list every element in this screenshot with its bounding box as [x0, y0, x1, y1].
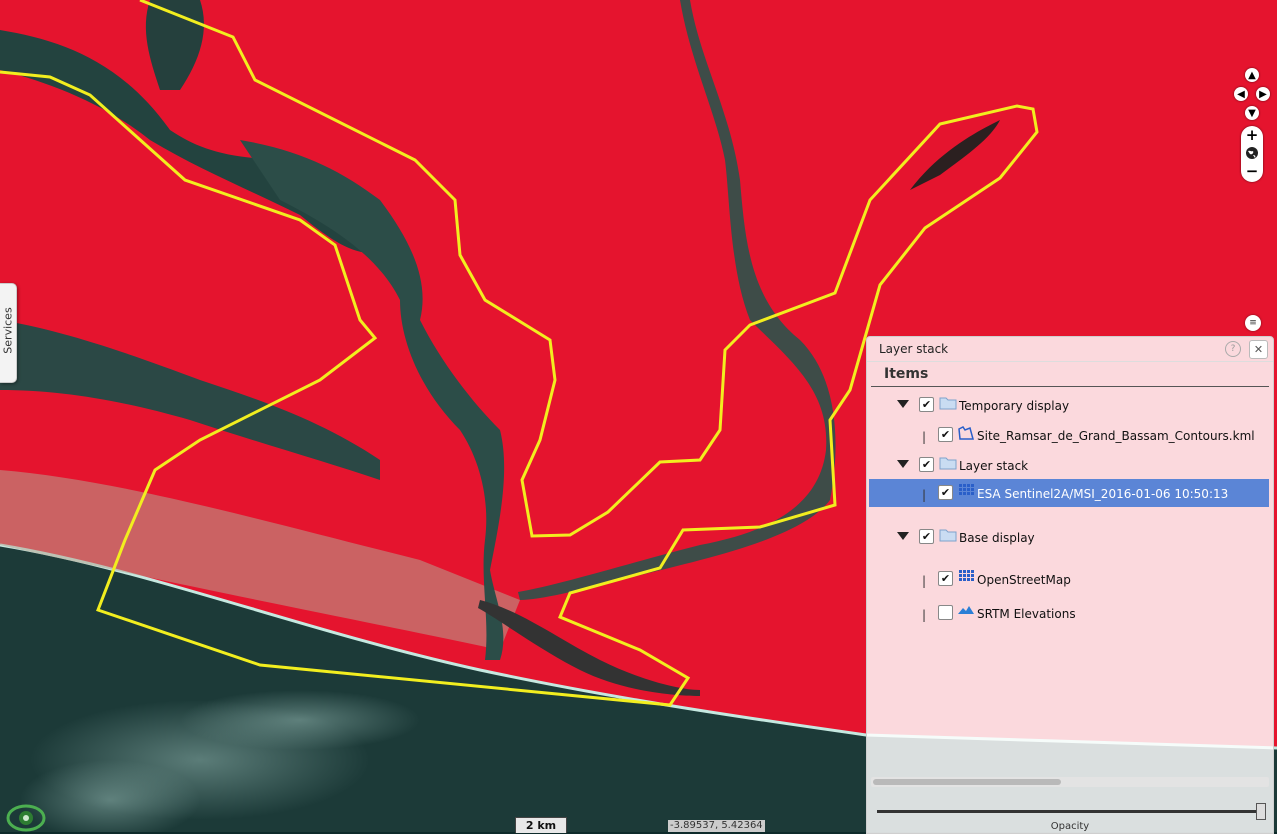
opacity-slider-thumb[interactable]: [1256, 803, 1266, 820]
expand-triangle-icon[interactable]: [897, 532, 909, 540]
help-icon[interactable]: ?: [1225, 341, 1241, 357]
opacity-label: Opacity: [1050, 821, 1090, 832]
layer-group-label: Temporary display: [959, 399, 1070, 413]
horizontal-scrollbar[interactable]: [871, 777, 1269, 787]
scale-bar: 2 km: [515, 817, 567, 833]
app-logo-icon: [6, 804, 46, 832]
layer-checkbox[interactable]: [938, 605, 953, 620]
expand-triangle-icon[interactable]: [897, 460, 909, 468]
opacity-slider[interactable]: [877, 810, 1261, 813]
layer-group-label: Layer stack: [959, 459, 1029, 473]
close-button[interactable]: ✕: [1249, 340, 1268, 359]
raster-grid-icon: [959, 570, 974, 581]
globe-icon[interactable]: [1241, 144, 1263, 162]
zoom-out-button[interactable]: −: [1241, 162, 1263, 180]
layer-checkbox[interactable]: ✔: [938, 485, 953, 500]
layer-group-layer-stack[interactable]: ✔ Layer stack: [869, 451, 1269, 479]
layer-group-base-display[interactable]: ✔ Base display: [869, 523, 1269, 551]
layer-item-srtm[interactable]: | SRTM Elevations: [869, 599, 1269, 627]
layer-item-label: Site_Ramsar_de_Grand_Bassam_Contours.kml: [977, 429, 1255, 443]
layer-checkbox[interactable]: ✔: [919, 529, 934, 544]
pan-right-button[interactable]: ▶: [1256, 87, 1270, 101]
layer-checkbox[interactable]: ✔: [919, 457, 934, 472]
layer-item-kml[interactable]: | ✔ Site_Ramsar_de_Grand_Bassam_Contours…: [869, 421, 1269, 449]
zoom-in-button[interactable]: +: [1241, 126, 1263, 144]
services-tab[interactable]: Services: [0, 283, 17, 383]
layer-item-sentinel[interactable]: | ✔ ESA Sentinel2A/MSI_2016-01-06 10:50:…: [869, 479, 1269, 507]
layer-checkbox[interactable]: ✔: [919, 397, 934, 412]
cursor-coordinates: -3.89537, 5.42364: [668, 820, 765, 832]
pan-control[interactable]: ▲ ◀ ▶ ▼: [1234, 68, 1270, 120]
pan-left-button[interactable]: ◀: [1234, 87, 1248, 101]
panel-title: Layer stack: [879, 342, 949, 356]
layer-item-label: OpenStreetMap: [977, 573, 1071, 587]
layer-item-openstreetmap[interactable]: | ✔ OpenStreetMap: [869, 565, 1269, 593]
zoom-control: + −: [1241, 126, 1263, 182]
folder-icon: [939, 457, 957, 470]
layer-panel-toggle-button[interactable]: ≡: [1245, 315, 1261, 331]
items-header: Items: [884, 366, 929, 382]
scrollbar-thumb[interactable]: [873, 779, 1061, 785]
polygon-icon: [958, 426, 974, 440]
services-tab-label: Services: [1, 307, 15, 354]
raster-grid-icon: [959, 484, 974, 495]
pan-down-button[interactable]: ▼: [1245, 106, 1259, 120]
layer-checkbox[interactable]: ✔: [938, 427, 953, 442]
layer-item-label: ESA Sentinel2A/MSI_2016-01-06 10:50:13: [977, 487, 1229, 501]
layer-group-label: Base display: [959, 531, 1035, 545]
pan-up-button[interactable]: ▲: [1245, 68, 1259, 82]
panel-header: Layer stack ? ✕: [867, 337, 1273, 362]
layer-group-temporary-display[interactable]: ✔ Temporary display: [869, 391, 1269, 419]
layer-checkbox[interactable]: ✔: [938, 571, 953, 586]
layer-stack-panel: Layer stack ? ✕ Items ✔ Temporary displa…: [866, 336, 1274, 834]
folder-icon: [939, 397, 957, 410]
layer-item-label: SRTM Elevations: [977, 607, 1076, 621]
elevation-icon: [958, 606, 974, 614]
folder-icon: [939, 529, 957, 542]
expand-triangle-icon[interactable]: [897, 400, 909, 408]
